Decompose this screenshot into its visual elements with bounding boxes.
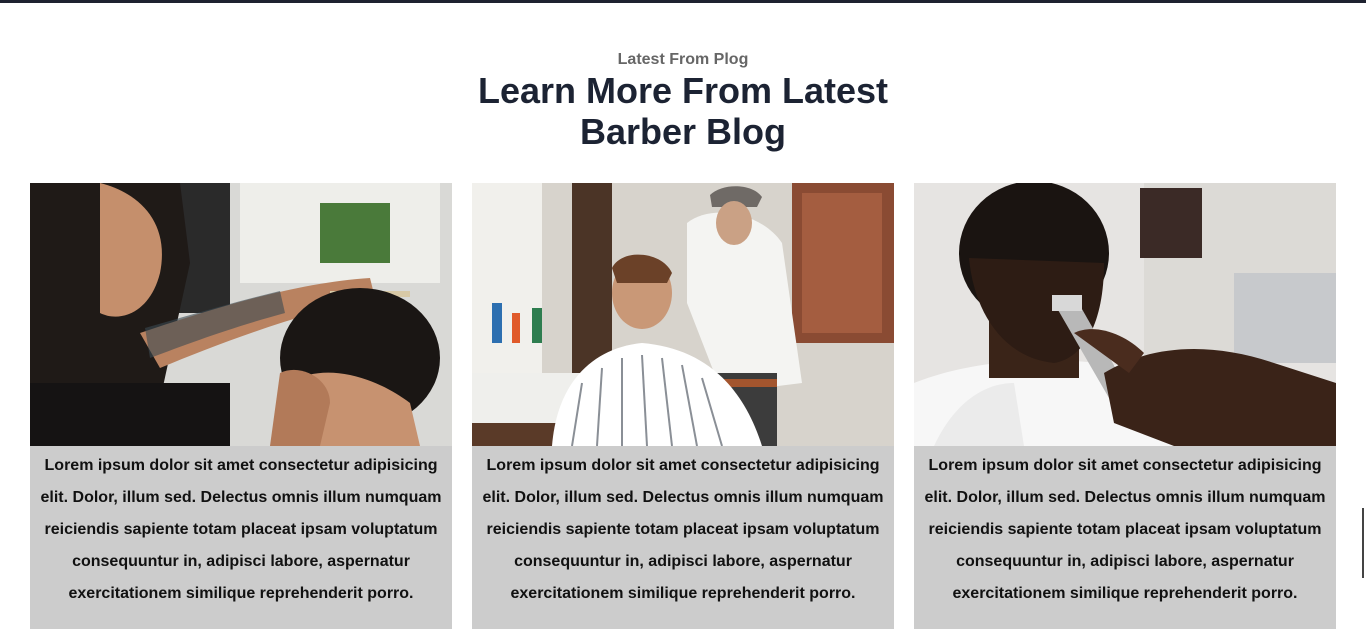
top-border [0, 0, 1366, 3]
blog-card-image[interactable] [914, 183, 1336, 446]
barber-styling-photo-image [472, 183, 894, 446]
barber-clipper-photo-image [914, 183, 1336, 446]
section-heading-line-2: Barber Blog [579, 111, 787, 152]
blog-card-excerpt: Lorem ipsum dolor sit amet consectetur a… [482, 457, 884, 602]
blog-card[interactable]: Lorem ipsum dolor sit amet consectetur a… [30, 183, 452, 629]
blog-card[interactable]: Lorem ipsum dolor sit amet consectetur a… [914, 183, 1336, 629]
section-heading: Learn More From Latest Barber Blog [433, 70, 933, 152]
blog-card[interactable]: Lorem ipsum dolor sit amet consectetur a… [472, 183, 894, 629]
blog-card-image[interactable] [30, 183, 452, 446]
blog-card-excerpt: Lorem ipsum dolor sit amet consectetur a… [924, 457, 1326, 602]
section-heading-line-1: Learn More From Latest [477, 70, 889, 111]
section-subtitle: Latest From Plog [617, 51, 749, 68]
scrollbar-thumb[interactable] [1362, 508, 1364, 578]
barber-haircut-photo-image [30, 183, 452, 446]
blog-card-excerpt: Lorem ipsum dolor sit amet consectetur a… [40, 457, 442, 602]
blog-card-image[interactable] [472, 183, 894, 446]
